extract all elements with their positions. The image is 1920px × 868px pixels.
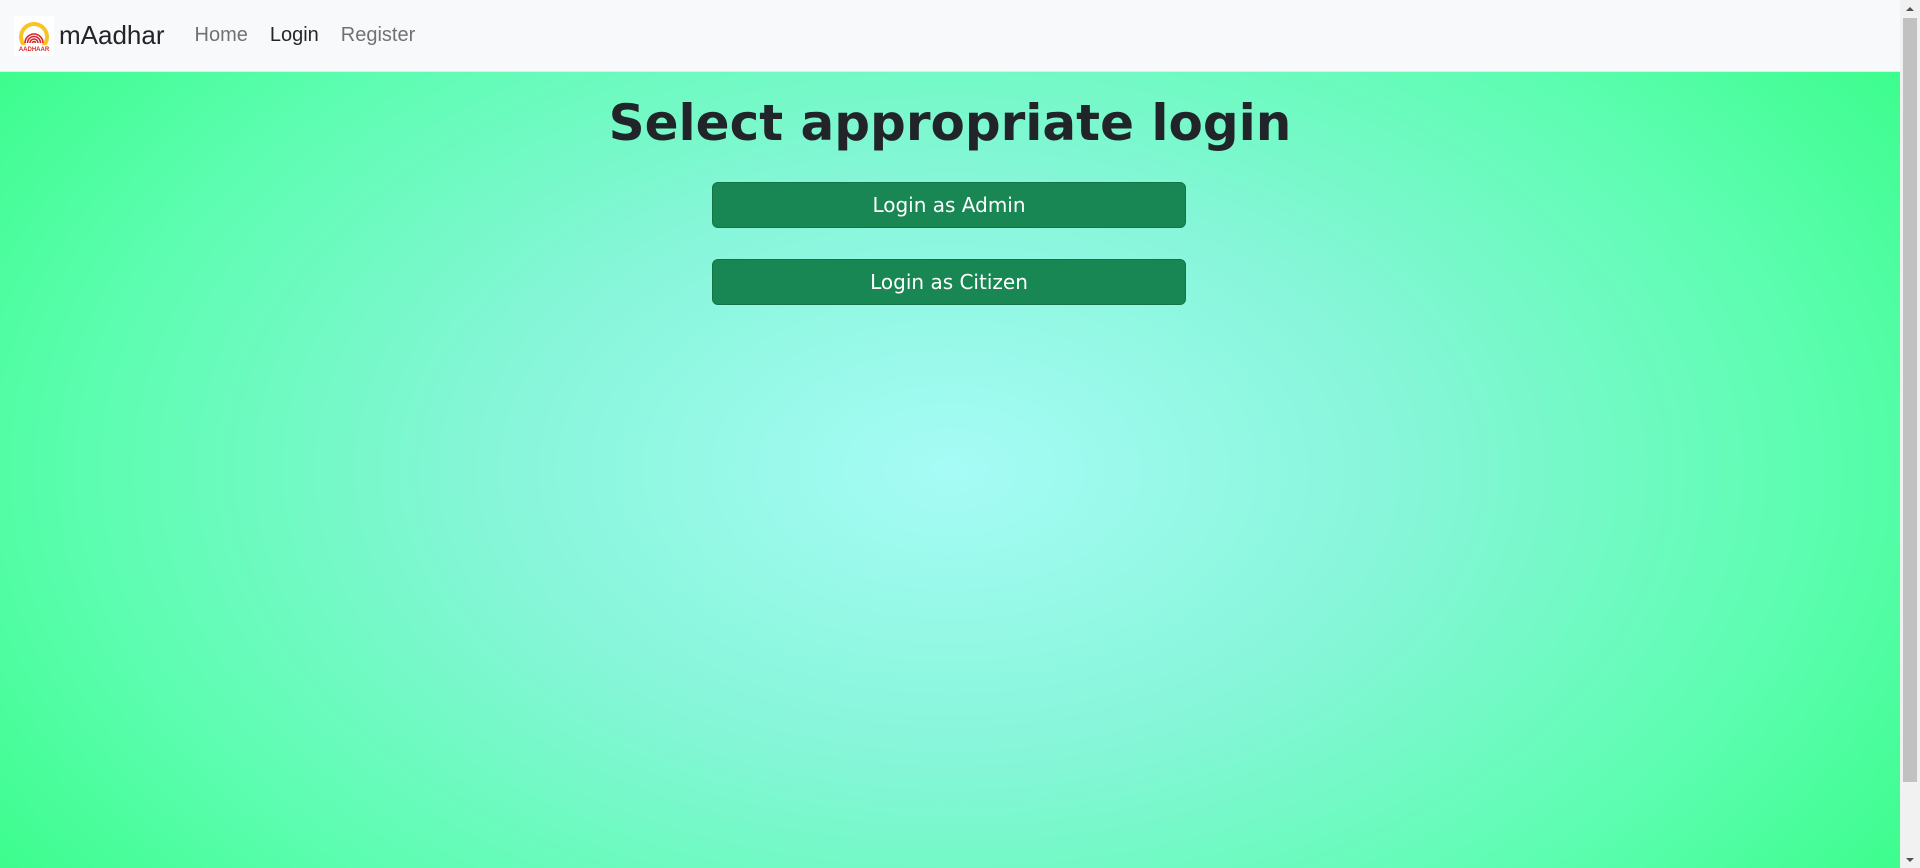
login-as-admin-button[interactable]: Login as Admin [712,182,1186,228]
brand-text: mAadhar [59,20,165,50]
login-as-citizen-button[interactable]: Login as Citizen [712,259,1186,305]
browser-viewport: AADHAAR mAadhar Home Login Register Sele… [0,0,1900,868]
page-title: Select appropriate login [608,94,1292,152]
scrollbar-thumb[interactable] [1903,18,1917,782]
nav-link-home[interactable]: Home [195,24,248,47]
nav-link-login[interactable]: Login [270,24,319,47]
scroll-up-arrow-icon[interactable] [1900,0,1920,17]
aadhaar-logo-icon: AADHAAR [14,15,54,56]
nav-links: Home Login Register [195,24,438,47]
main-content: Select appropriate login Login as Admin … [0,72,1900,868]
nav-link-register[interactable]: Register [341,24,415,47]
navbar: AADHAAR mAadhar Home Login Register [0,0,1900,72]
brand-link[interactable]: AADHAAR mAadhar [14,15,165,56]
vertical-scrollbar[interactable] [1900,0,1920,868]
logo-caption: AADHAAR [19,47,50,53]
scroll-down-arrow-icon[interactable] [1900,851,1920,868]
